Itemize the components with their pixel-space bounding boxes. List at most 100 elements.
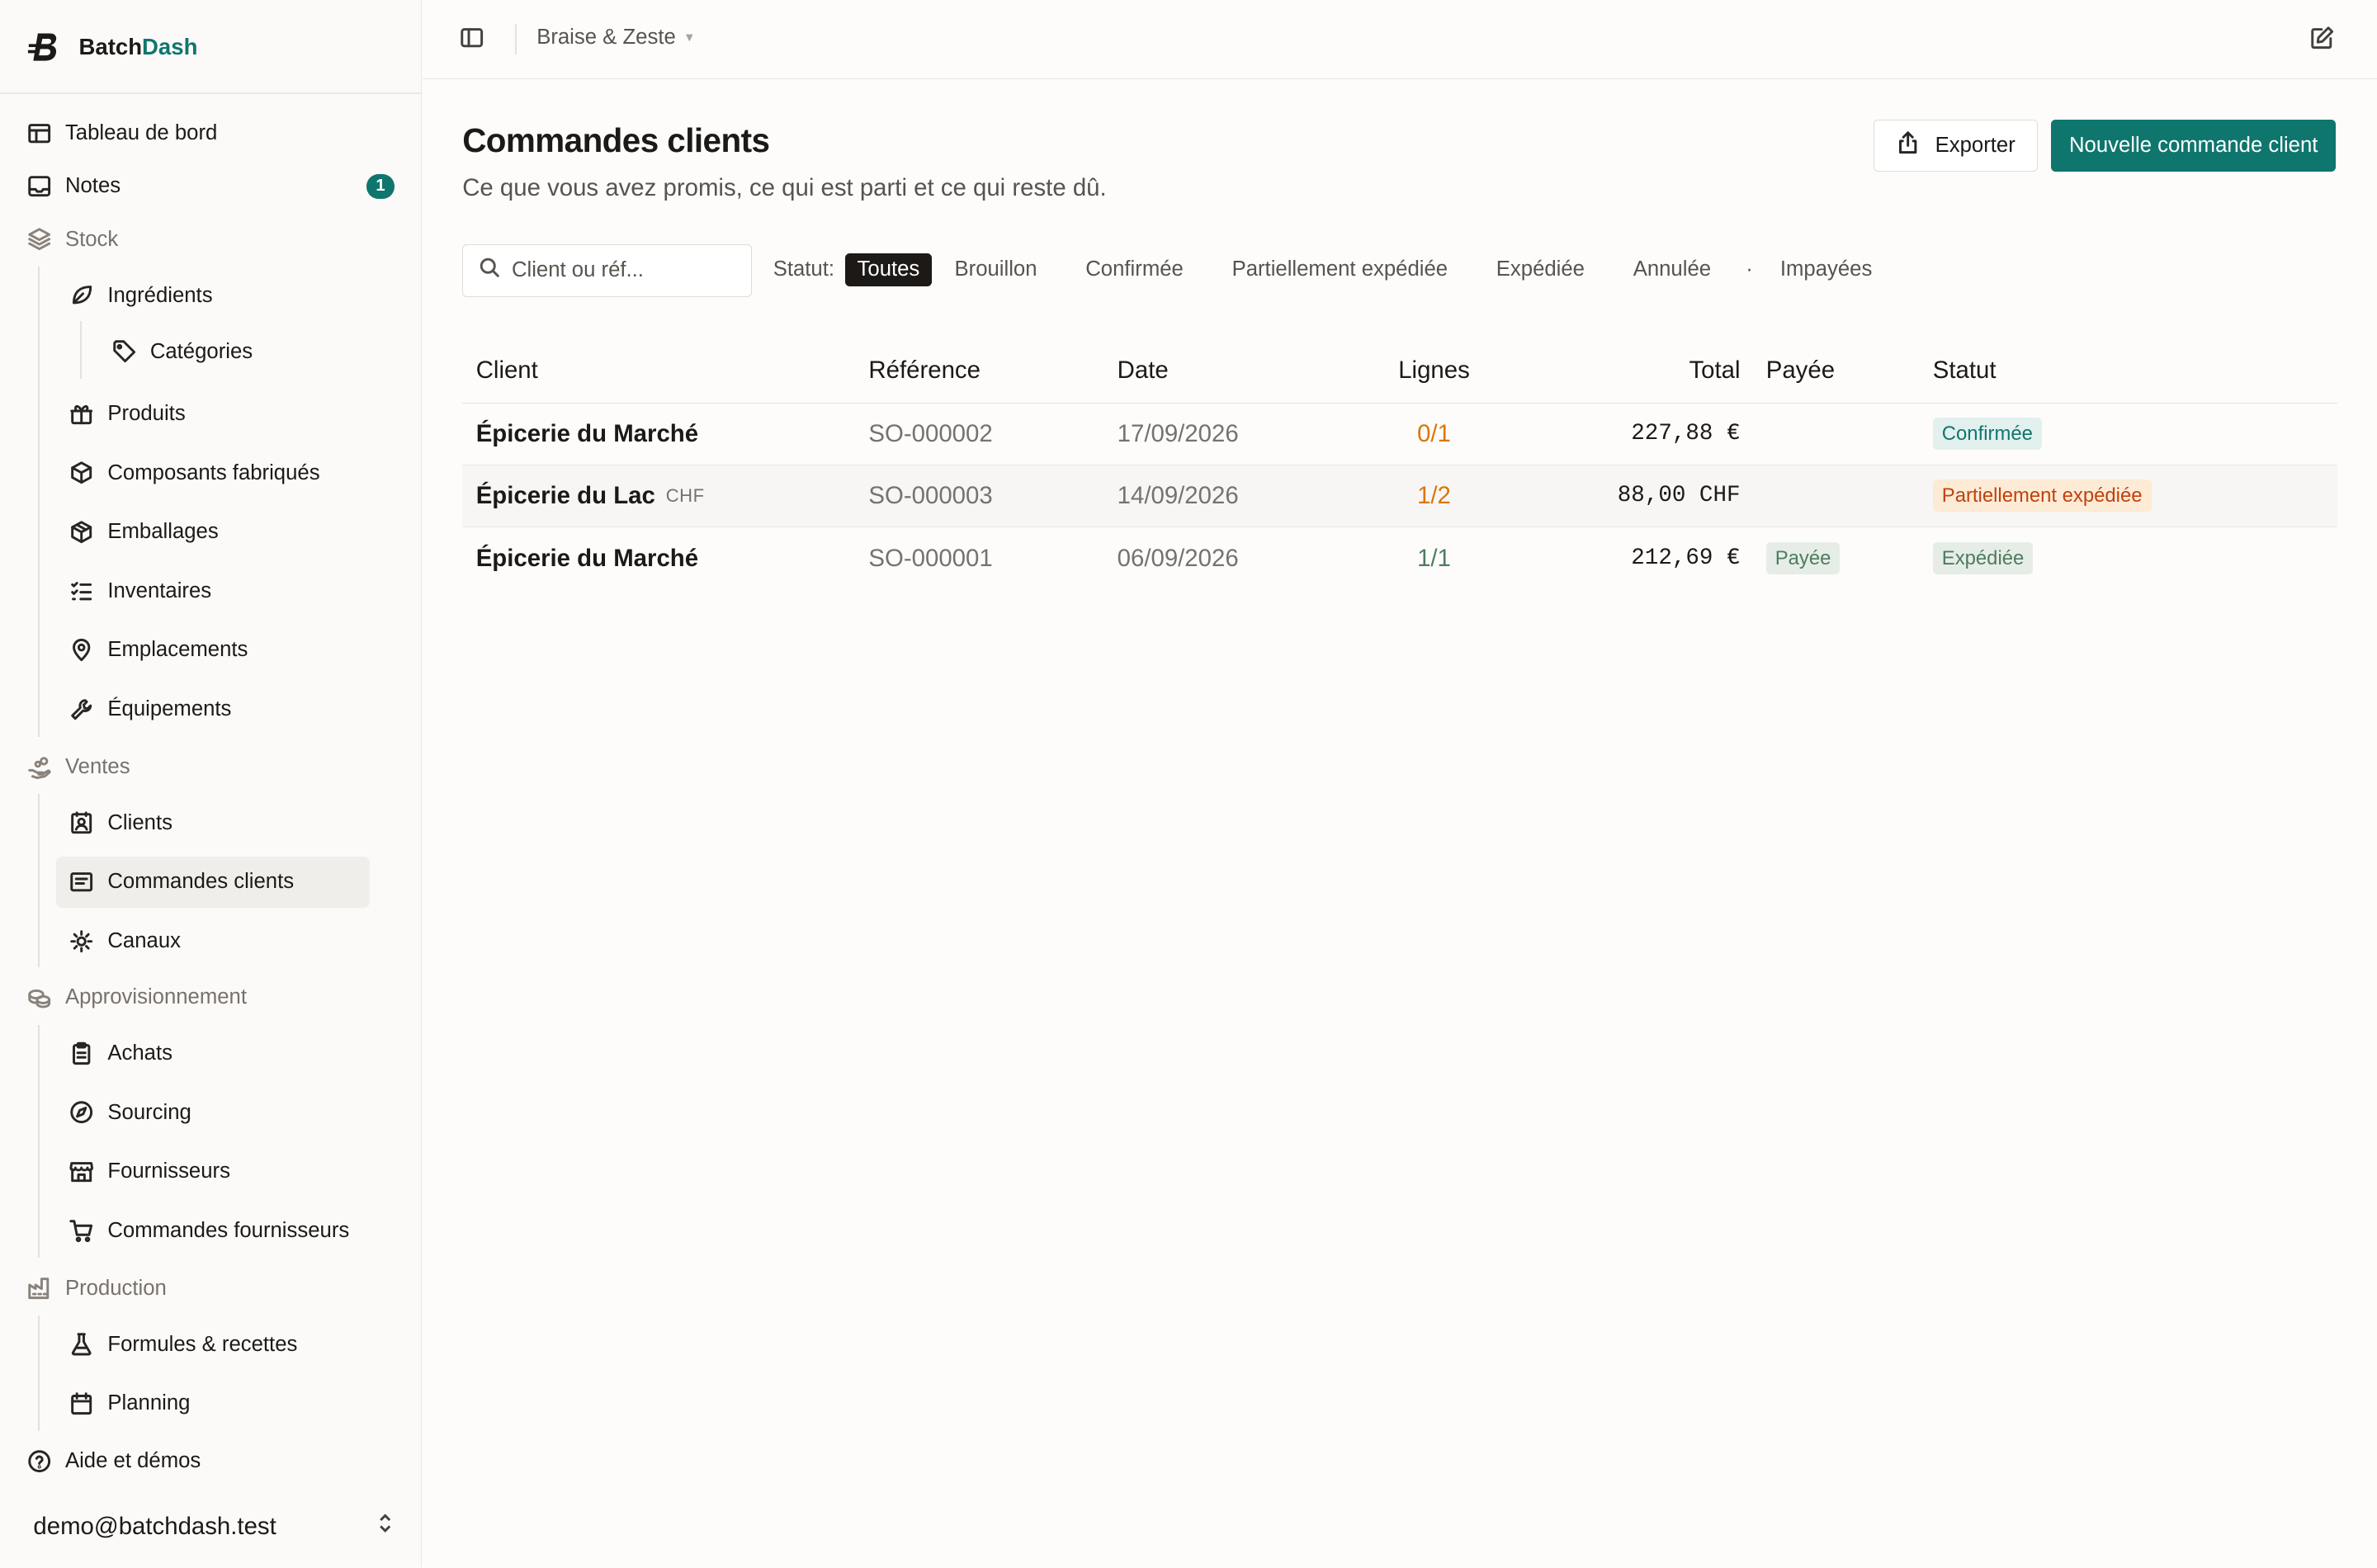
sidebar-group-procurement[interactable]: Approvisionnement: [26, 971, 247, 1023]
tree-line: [80, 321, 83, 380]
column-header-total[interactable]: Total: [1689, 339, 1740, 402]
sidebar-item-sourcing[interactable]: Sourcing: [69, 1087, 191, 1138]
sidebar-item-label: Stock: [64, 227, 119, 251]
cell-total: 227,88 €: [1631, 421, 1741, 447]
search-input[interactable]: [511, 258, 740, 283]
sidebar-item-label: Emplacements: [107, 638, 248, 662]
sidebar-item-equipment[interactable]: Équipements: [69, 683, 232, 734]
new-client-order-button[interactable]: Nouvelle commande client: [2051, 120, 2337, 172]
sidebar-item-client-orders[interactable]: Commandes clients: [55, 856, 371, 909]
brand-name-accent: Dash: [142, 33, 198, 59]
user-email: demo@batchdash.test: [33, 1512, 276, 1540]
sidebar-group-sales[interactable]: Ventes: [26, 741, 130, 792]
table-row[interactable]: Épicerie du Marché SO-000001 06/09/2026 …: [462, 527, 2337, 589]
sidebar-item-products[interactable]: Produits: [69, 388, 186, 439]
cell-status: Expédiée: [1932, 527, 2034, 589]
filter-partially-shipped[interactable]: Partiellement expédiée: [1220, 253, 1460, 286]
filter-separator: ·: [1746, 257, 1753, 281]
sidebar-item-label: Formules & recettes: [107, 1332, 298, 1356]
sidebar-item-label: Approvisionnement: [64, 985, 247, 1009]
sidebar-item-locations[interactable]: Emplacements: [69, 625, 248, 676]
cell-date: 17/09/2026: [1117, 419, 1239, 447]
sidebar-item-supplier-orders[interactable]: Commandes fournisseurs: [69, 1205, 350, 1256]
filter-cancelled[interactable]: Annulée: [1621, 253, 1723, 286]
cell-client: Épicerie du Lac CHF: [476, 465, 705, 527]
table-row[interactable]: Épicerie du Lac CHF SO-000003 14/09/2026 …: [462, 465, 2338, 528]
cell-date: 14/09/2026: [1117, 481, 1239, 509]
top-bar: Braise & Zeste ▼: [423, 0, 2377, 79]
export-button[interactable]: Exporter: [1874, 120, 2038, 172]
filter-unpaid[interactable]: Impayées: [1768, 253, 1884, 286]
sidebar-item-recipes[interactable]: Formules & recettes: [69, 1319, 298, 1370]
client-name: Épicerie du Marché: [475, 419, 699, 447]
sidebar-item-ingredients[interactable]: Ingrédients: [69, 270, 213, 321]
divider: [0, 92, 422, 94]
sidebar-item-channels[interactable]: Canaux: [69, 915, 181, 966]
receipt-icon: [69, 868, 96, 895]
cell-lines: 0/1: [1417, 419, 1451, 447]
table-row[interactable]: Épicerie du Marché SO-000002 17/09/2026 …: [462, 404, 2338, 465]
sidebar-item-suppliers[interactable]: Fournisseurs: [69, 1146, 230, 1197]
sidebar-item-packaging[interactable]: Emballages: [69, 506, 219, 557]
brand-name-prefix: Batch: [78, 33, 143, 59]
sidebar-item-label: Aide et démos: [64, 1449, 201, 1473]
sidebar-item-label: Équipements: [107, 697, 232, 721]
column-header-paid[interactable]: Payée: [1766, 339, 1835, 402]
page-title: Commandes clients: [462, 120, 770, 159]
sidebar-item-categories[interactable]: Catégories: [111, 326, 253, 377]
sidebar-item-label: Emballages: [107, 520, 219, 544]
sidebar-item-label: Production: [64, 1276, 167, 1300]
layers-icon: [26, 226, 53, 253]
share-icon: [1896, 130, 1920, 160]
sidebar-item-inventories[interactable]: Inventaires: [69, 565, 211, 616]
inbox-icon: [26, 172, 53, 200]
sidebar-item-label: Clients: [107, 810, 172, 834]
divider: [515, 24, 517, 55]
contact-card-icon: [69, 810, 96, 837]
cell-total: 212,69 €: [1631, 545, 1741, 572]
tree-line: [37, 794, 40, 967]
status-filter: Statut: Toutes Brouillon Confirmée Parti…: [773, 253, 1895, 286]
sidebar-item-notes[interactable]: Notes: [26, 161, 121, 212]
edit-icon[interactable]: [2310, 26, 2337, 53]
batchdash-logo-icon: [27, 33, 57, 61]
brand[interactable]: BatchDash: [27, 27, 197, 67]
tree-line: [37, 267, 40, 737]
cell-reference: SO-000003: [868, 481, 993, 509]
cell-lines: 1/2: [1417, 481, 1451, 509]
currency-tag: CHF: [665, 484, 705, 506]
sidebar-group-stock[interactable]: Stock: [26, 214, 118, 265]
sidebar-item-help[interactable]: Aide et démos: [26, 1435, 201, 1486]
column-header-lines[interactable]: Lignes: [1357, 339, 1511, 402]
sidebar-item-dashboard[interactable]: Tableau de bord: [26, 107, 217, 158]
filter-draft[interactable]: Brouillon: [943, 253, 1049, 286]
help-circle-icon: [26, 1448, 53, 1475]
toggle-sidebar-icon[interactable]: [460, 26, 487, 53]
search-field[interactable]: [462, 243, 752, 297]
filter-confirmed[interactable]: Confirmée: [1074, 253, 1196, 286]
column-header-client[interactable]: Client: [476, 339, 538, 402]
user-menu[interactable]: demo@batchdash.test: [33, 1504, 397, 1549]
flask-icon: [69, 1331, 96, 1358]
sidebar-item-planning[interactable]: Planning: [69, 1378, 190, 1429]
sidebar-item-label: Commandes fournisseurs: [107, 1218, 350, 1242]
sidebar-group-production[interactable]: Production: [26, 1263, 167, 1314]
column-header-reference[interactable]: Référence: [868, 339, 981, 402]
cell-total: 88,00 CHF: [1617, 483, 1741, 509]
filter-all[interactable]: Toutes: [844, 253, 932, 286]
column-header-status[interactable]: Statut: [1933, 339, 1997, 402]
sidebar-item-clients[interactable]: Clients: [69, 797, 172, 848]
tree-line: [37, 1024, 40, 1259]
sidebar-item-label: Fournisseurs: [107, 1159, 230, 1183]
sidebar-item-purchases[interactable]: Achats: [69, 1027, 172, 1079]
workspace-switcher[interactable]: Braise & Zeste ▼: [536, 26, 695, 50]
status-filter-label: Statut:: [773, 257, 835, 281]
cell-date: 06/09/2026: [1117, 544, 1239, 572]
cell-lines: 1/1: [1417, 544, 1451, 572]
client-name: Épicerie du Marché: [475, 544, 699, 572]
gift-box-icon: [69, 400, 96, 427]
search-icon: [479, 257, 500, 284]
sidebar-item-components[interactable]: Composants fabriqués: [69, 447, 320, 498]
filter-shipped[interactable]: Expédiée: [1484, 253, 1597, 286]
column-header-date[interactable]: Date: [1118, 339, 1169, 402]
